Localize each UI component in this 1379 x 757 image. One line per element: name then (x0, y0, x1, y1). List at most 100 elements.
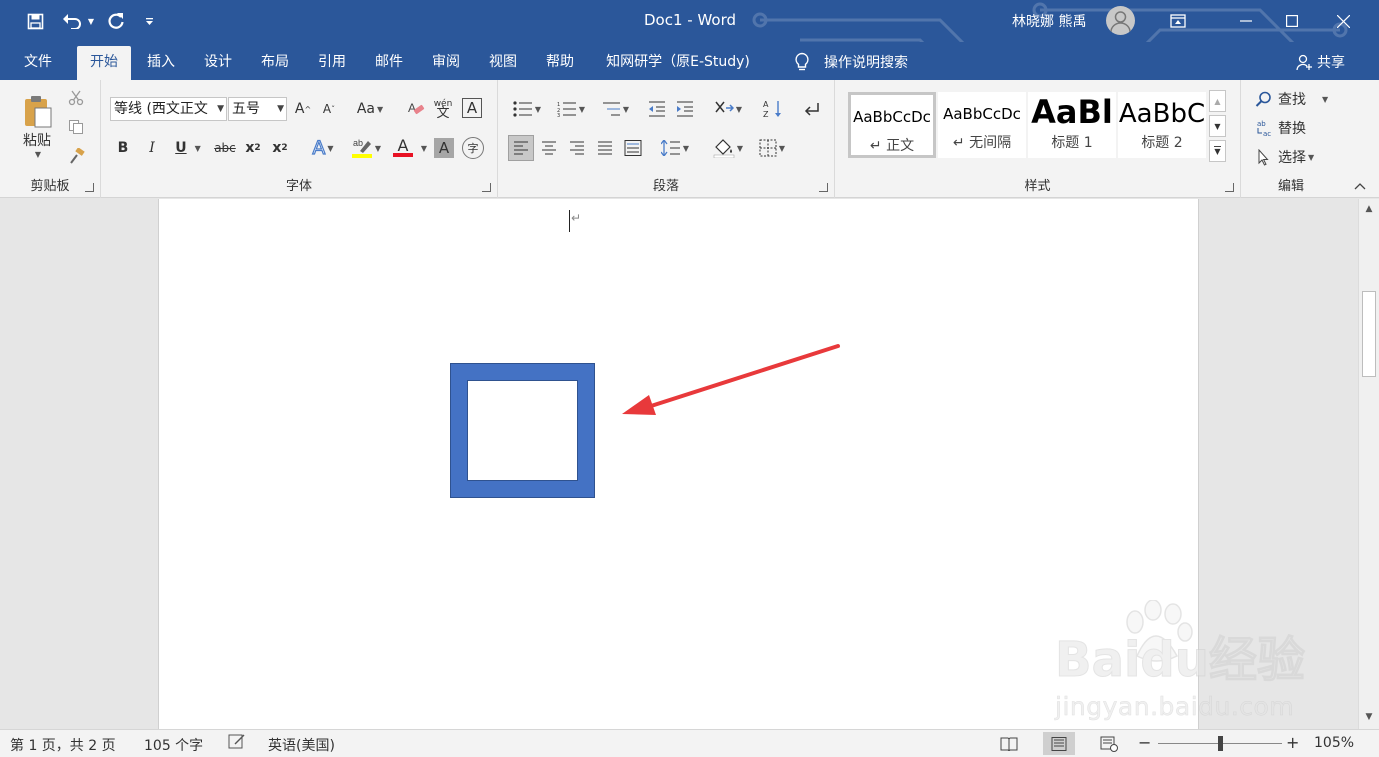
styles-scroll-down-button[interactable]: ▼ (1209, 115, 1226, 137)
multilevel-list-button[interactable]: ▼ (596, 97, 634, 121)
format-painter-button[interactable] (66, 146, 86, 166)
document-page[interactable]: ↵ (158, 199, 1199, 729)
web-layout-button[interactable] (1094, 732, 1124, 755)
frame-shape[interactable] (450, 363, 595, 498)
select-button[interactable]: 选择 ▼ (1255, 146, 1335, 168)
page-count[interactable]: 第 1 页，共 2 页 (10, 735, 116, 755)
style-normal[interactable]: AaBbCcDc ↵ 正文 (848, 92, 936, 158)
undo-dropdown-icon[interactable]: ▼ (86, 8, 96, 34)
show-marks-button[interactable] (801, 97, 823, 121)
svg-text:A: A (763, 100, 769, 109)
align-left-button[interactable] (508, 135, 534, 161)
tab-home[interactable]: 开始 (77, 46, 131, 80)
superscript-button[interactable]: x2 (269, 136, 291, 160)
replace-button[interactable]: ab ac 替换 (1255, 117, 1335, 139)
decrease-indent-button[interactable] (646, 97, 668, 121)
cut-button[interactable] (66, 88, 86, 108)
shrink-font-button[interactable]: Aˇ (318, 97, 340, 121)
paragraph-launcher-icon[interactable] (819, 183, 828, 192)
character-border-button[interactable]: A (462, 98, 482, 118)
style-no-spacing[interactable]: AaBbCcDc ↵ 无间隔 (938, 92, 1026, 158)
undo-icon[interactable] (58, 8, 86, 34)
zoom-in-button[interactable]: + (1286, 733, 1299, 752)
tab-mailings[interactable]: 邮件 (365, 46, 413, 80)
tell-me-label: 操作说明搜索 (824, 55, 908, 71)
sort-button[interactable]: AZ (762, 97, 784, 121)
tab-insert[interactable]: 插入 (137, 46, 185, 80)
zoom-out-button[interactable]: − (1138, 733, 1151, 752)
maximize-button[interactable] (1269, 0, 1315, 42)
vertical-scrollbar[interactable]: ▲ ▼ (1358, 199, 1379, 729)
styles-launcher-icon[interactable] (1225, 183, 1234, 192)
numbering-button[interactable]: 123 ▼ (552, 97, 590, 121)
copy-button[interactable] (66, 117, 86, 137)
find-button[interactable]: 查找 ▼ (1255, 88, 1335, 110)
language[interactable]: 英语(美国) (268, 735, 335, 755)
font-name-combo[interactable]: 等线 (西文正文 ▼ (110, 97, 227, 121)
tab-file[interactable]: 文件 (14, 46, 62, 80)
clear-formatting-button[interactable]: A (405, 97, 427, 121)
scroll-up-button[interactable]: ▲ (1362, 201, 1376, 217)
tab-layout[interactable]: 布局 (251, 46, 299, 80)
tab-help[interactable]: 帮助 (536, 46, 584, 80)
style-heading-1[interactable]: AaBl 标题 1 (1028, 92, 1116, 158)
font-launcher-icon[interactable] (482, 183, 491, 192)
align-center-button[interactable] (537, 135, 561, 161)
underline-button[interactable]: U ▼ (170, 136, 206, 160)
chinese-layout-button[interactable]: ▼ (709, 97, 747, 121)
style-heading-2[interactable]: AaBbC 标题 2 (1118, 92, 1206, 158)
tab-design[interactable]: 设计 (194, 46, 242, 80)
redo-icon[interactable] (103, 8, 129, 34)
customize-qat-icon[interactable] (140, 8, 158, 34)
scrollbar-thumb[interactable] (1362, 291, 1376, 377)
share-button[interactable]: 共享 (1296, 46, 1345, 78)
grow-font-button[interactable]: A ^ (292, 97, 314, 121)
tab-review[interactable]: 审阅 (422, 46, 470, 80)
user-name[interactable]: 林晓娜 熊禹 (1012, 11, 1086, 31)
borders-button[interactable]: ▼ (753, 135, 791, 161)
distributed-button[interactable] (621, 135, 645, 161)
tab-cnki-estudy[interactable]: 知网研学（原E-Study) (594, 46, 762, 80)
justify-icon (598, 141, 612, 155)
justify-button[interactable] (593, 135, 617, 161)
line-spacing-button[interactable]: ▼ (656, 135, 694, 161)
tab-view[interactable]: 视图 (479, 46, 527, 80)
ribbon-display-options-button[interactable] (1155, 0, 1201, 42)
shading-button[interactable]: ▼ (708, 135, 748, 161)
text-effects-button[interactable]: A ▼ (305, 136, 341, 160)
save-icon[interactable] (22, 8, 48, 34)
highlight-button[interactable]: ab ▼ (346, 136, 386, 160)
phonetic-guide-button[interactable]: wén 文 (432, 97, 454, 121)
enclose-characters-button[interactable]: 字 (462, 137, 484, 159)
proofing-icon[interactable] (228, 733, 246, 755)
styles-more-button[interactable]: ▼ (1209, 140, 1226, 162)
subscript-button[interactable]: x2 (242, 136, 264, 160)
align-right-button[interactable] (565, 135, 589, 161)
close-button[interactable] (1320, 0, 1366, 42)
styles-scroll-up-button[interactable]: ▲ (1209, 90, 1226, 112)
italic-button[interactable]: I (142, 136, 162, 160)
font-name-dropdown-icon: ▼ (217, 104, 224, 114)
paste-button[interactable]: 粘贴 ▼ (12, 86, 62, 166)
scroll-down-button[interactable]: ▼ (1362, 709, 1376, 725)
bullets-button[interactable]: ▼ (508, 97, 546, 121)
character-shading-button[interactable]: A (434, 138, 454, 158)
strikethrough-button[interactable]: abc (212, 136, 238, 160)
font-size-combo[interactable]: 五号 ▼ (228, 97, 287, 121)
read-mode-button[interactable] (994, 732, 1024, 755)
font-color-button[interactable]: A ▼ (390, 136, 430, 160)
tab-references[interactable]: 引用 (308, 46, 356, 80)
zoom-level[interactable]: 105% (1314, 735, 1354, 751)
increase-indent-button[interactable] (674, 97, 696, 121)
zoom-slider-thumb[interactable] (1218, 736, 1223, 751)
avatar[interactable] (1106, 6, 1135, 35)
minimize-button[interactable] (1223, 0, 1269, 42)
format-painter-icon (69, 147, 85, 164)
change-case-button[interactable]: Aa ▼ (353, 97, 387, 121)
bold-button[interactable]: B (113, 136, 133, 160)
tell-me-search[interactable]: 操作说明搜索 (794, 46, 908, 78)
word-count[interactable]: 105 个字 (144, 735, 203, 755)
clipboard-launcher-icon[interactable] (85, 183, 94, 192)
print-layout-button[interactable] (1043, 732, 1075, 755)
collapse-ribbon-button[interactable] (1350, 179, 1370, 193)
